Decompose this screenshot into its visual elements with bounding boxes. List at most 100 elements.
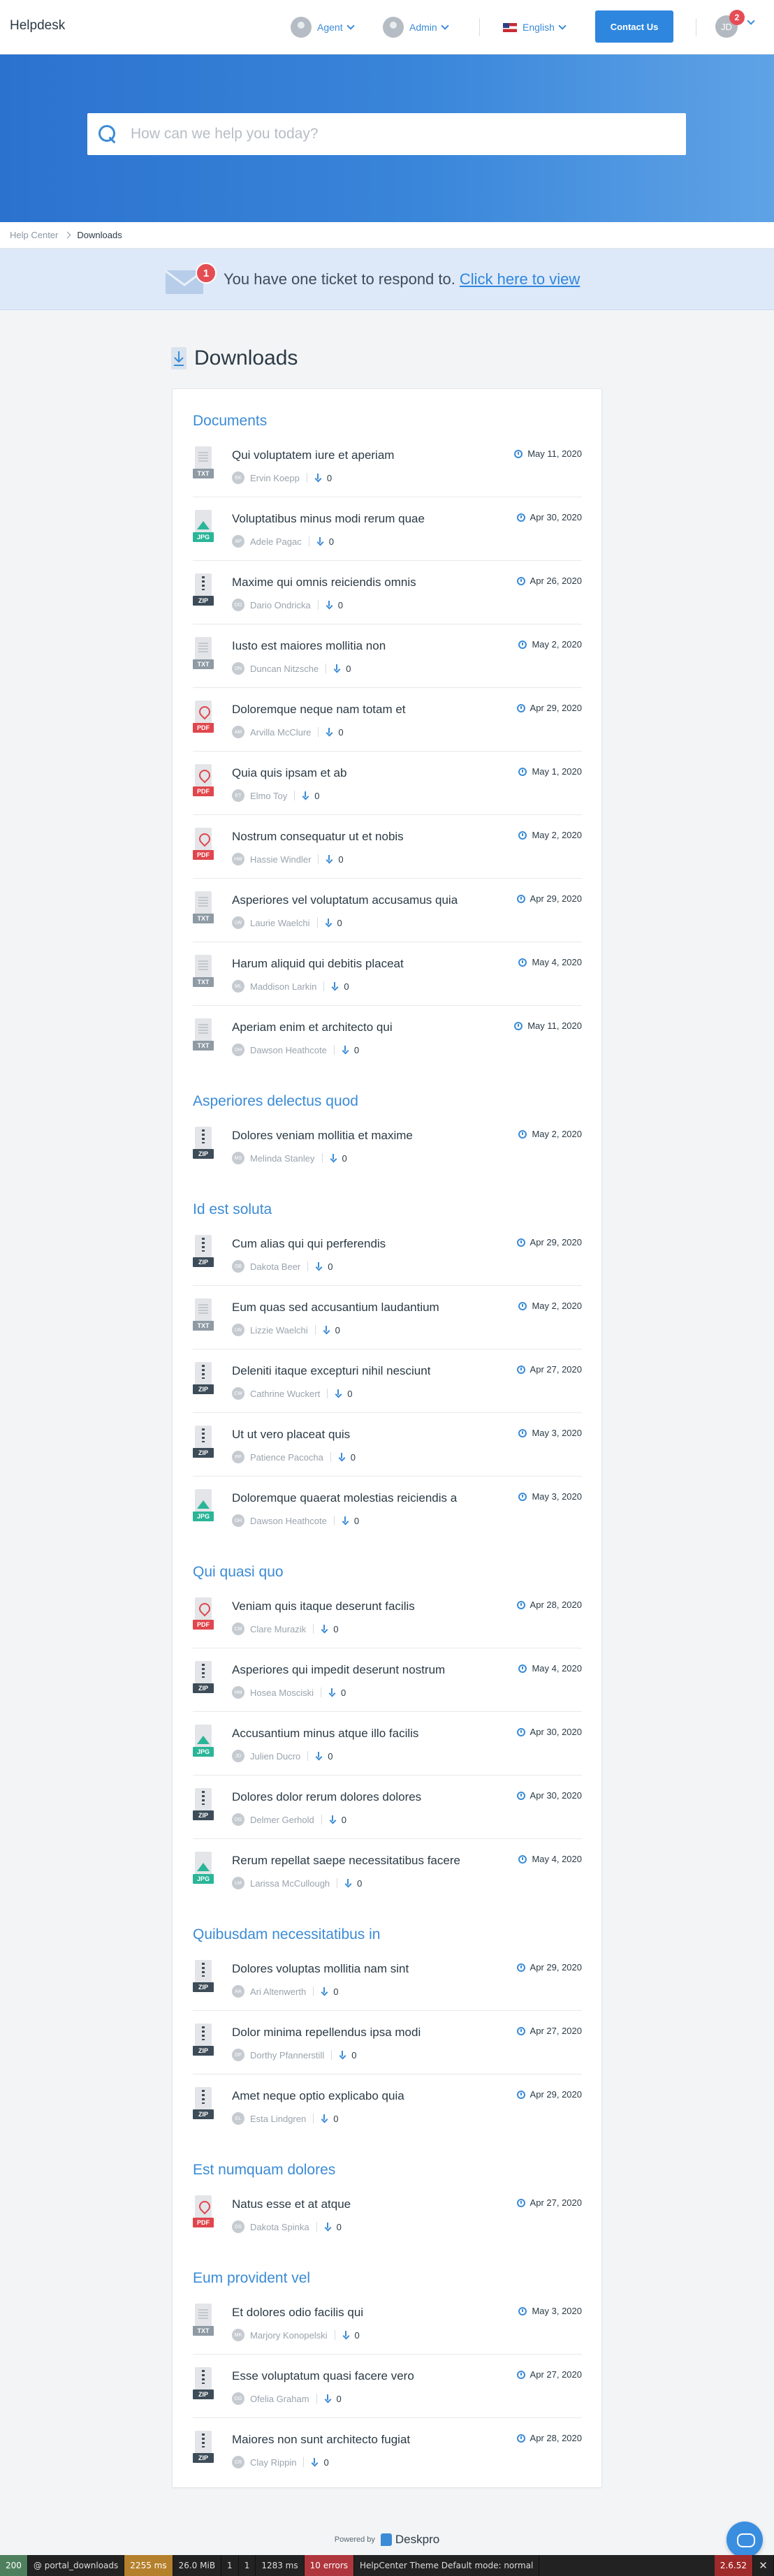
download-item[interactable]: TXT Asperiores vel voluptatum accusamus q… bbox=[193, 879, 582, 942]
error-count[interactable]: 10 errors bbox=[304, 2555, 355, 2576]
section-title[interactable]: Qui quasi quo bbox=[193, 1540, 582, 1585]
deskpro-logo[interactable]: Deskpro bbox=[380, 2533, 439, 2547]
author-avatar: MK bbox=[232, 2329, 244, 2341]
download-item[interactable]: ZIP Maiores non sunt architecto fugiat Apr… bbox=[193, 2418, 582, 2482]
zip-file-icon: ZIP bbox=[193, 573, 214, 606]
download-item[interactable]: PDF Veniam quis itaque deserunt facilis Ap… bbox=[193, 1585, 582, 1648]
admin-menu[interactable]: Admin bbox=[383, 15, 449, 39]
download-title[interactable]: Qui voluptatem iure et aperiam bbox=[232, 448, 394, 462]
download-title[interactable]: Rerum repellat saepe necessitatibus face… bbox=[232, 1854, 460, 1868]
user-count[interactable]: 1 bbox=[239, 2555, 256, 2576]
status-code[interactable]: 200 bbox=[0, 2555, 28, 2576]
file-type-label: ZIP bbox=[193, 2109, 214, 2119]
download-title[interactable]: Asperiores vel voluptatum accusamus quia bbox=[232, 893, 458, 907]
close-icon[interactable]: ✕ bbox=[753, 2555, 774, 2576]
download-item[interactable]: ZIP Asperiores qui impedit deserunt nostr… bbox=[193, 1648, 582, 1712]
download-item[interactable]: ZIP Dolores dolor rerum dolores dolores Ap… bbox=[193, 1776, 582, 1839]
brand-title[interactable]: Helpdesk bbox=[10, 18, 65, 34]
section-title[interactable]: Documents bbox=[193, 389, 582, 434]
download-item[interactable]: JPG Doloremque quaerat molestias reiciend… bbox=[193, 1477, 582, 1540]
download-count-icon bbox=[324, 2223, 331, 2231]
download-title[interactable]: Amet neque optio explicabo quia bbox=[232, 2089, 404, 2103]
view-ticket-link[interactable]: Click here to view bbox=[460, 270, 580, 288]
section-title[interactable]: Est numquam dolores bbox=[193, 2138, 582, 2183]
download-title[interactable]: Cum alias qui qui perferendis bbox=[232, 1237, 386, 1251]
download-title[interactable]: Doloremque quaerat molestias reiciendis … bbox=[232, 1491, 457, 1505]
download-title[interactable]: Accusantium minus atque illo facilis bbox=[232, 1727, 418, 1741]
download-item[interactable]: ZIP Dolores veniam mollitia et maxime May … bbox=[193, 1114, 582, 1178]
download-title[interactable]: Dolores voluptas mollitia nam sint bbox=[232, 1962, 409, 1976]
download-item[interactable]: ZIP Ut ut vero placeat quis May 3, 2020 PP P… bbox=[193, 1413, 582, 1477]
db-time[interactable]: 1283 ms bbox=[256, 2555, 305, 2576]
download-item[interactable]: ZIP Dolores voluptas mollitia nam sint Apr… bbox=[193, 1947, 582, 2011]
download-item[interactable]: JPG Rerum repellat saepe necessitatibus f… bbox=[193, 1839, 582, 1903]
section-title[interactable]: Id est soluta bbox=[193, 1178, 582, 1222]
download-title[interactable]: Asperiores qui impedit deserunt nostrum bbox=[232, 1663, 445, 1677]
download-title[interactable]: Veniam quis itaque deserunt facilis bbox=[232, 1600, 415, 1613]
download-title[interactable]: Esse voluptatum quasi facere vero bbox=[232, 2369, 414, 2383]
download-item[interactable]: JPG Voluptatibus minus modi rerum quae Apr… bbox=[193, 497, 582, 561]
request-time[interactable]: 2255 ms bbox=[124, 2555, 173, 2576]
contact-us-button[interactable]: Contact Us bbox=[595, 10, 673, 43]
download-item[interactable]: PDF Quia quis ipsam et ab May 1, 2020 ET Elm… bbox=[193, 752, 582, 815]
agent-menu[interactable]: Agent bbox=[291, 15, 355, 39]
download-title[interactable]: Harum aliquid qui debitis placeat bbox=[232, 957, 404, 971]
search-input[interactable] bbox=[131, 113, 686, 155]
download-title[interactable]: Dolor minima repellendus ipsa modi bbox=[232, 2026, 421, 2040]
chevron-down-icon[interactable] bbox=[747, 17, 755, 25]
download-title[interactable]: Dolores dolor rerum dolores dolores bbox=[232, 1790, 421, 1804]
search-icon[interactable] bbox=[97, 124, 118, 145]
download-title[interactable]: Aperiam enim et architecto qui bbox=[232, 1020, 393, 1034]
download-date: May 4, 2020 bbox=[518, 1663, 582, 1674]
divider bbox=[314, 1325, 316, 1335]
download-item[interactable]: TXT Aperiam enim et architecto qui May 11,… bbox=[193, 1006, 582, 1069]
download-item[interactable]: ZIP Dolor minima repellendus ipsa modi Apr… bbox=[193, 2011, 582, 2074]
forms-count[interactable]: 1 bbox=[221, 2555, 239, 2576]
download-title[interactable]: Dolores veniam mollitia et maxime bbox=[232, 1129, 413, 1143]
route-name[interactable]: @ portal_downloads bbox=[28, 2555, 125, 2576]
language-selector[interactable]: English bbox=[503, 15, 567, 39]
download-title[interactable]: Iusto est maiores mollitia non bbox=[232, 639, 386, 653]
section-title[interactable]: Quibusdam necessitatibus in bbox=[193, 1903, 582, 1947]
download-title[interactable]: Quia quis ipsam et ab bbox=[232, 766, 346, 780]
download-item[interactable]: PDF Natus esse et at atque Apr 27, 2020 DS D… bbox=[193, 2183, 582, 2246]
download-title[interactable]: Maxime qui omnis reiciendis omnis bbox=[232, 576, 416, 590]
version-label[interactable]: 2.6.52 bbox=[714, 2555, 753, 2576]
download-title[interactable]: Et dolores odio facilis qui bbox=[232, 2306, 363, 2320]
download-title[interactable]: Maiores non sunt architecto fugiat bbox=[232, 2433, 410, 2447]
download-item[interactable]: PDF Doloremque neque nam totam et Apr 29, … bbox=[193, 688, 582, 752]
section-title[interactable]: Asperiores delectus quod bbox=[193, 1069, 582, 1114]
download-title[interactable]: Eum quas sed accusantium laudantium bbox=[232, 1301, 439, 1315]
download-title[interactable]: Natus esse et at atque bbox=[232, 2197, 351, 2211]
download-title[interactable]: Doloremque neque nam totam et bbox=[232, 703, 406, 717]
download-item[interactable]: PDF Nostrum consequatur ut et nobis May 2,… bbox=[193, 815, 582, 879]
download-item[interactable]: ZIP Maxime qui omnis reiciendis omnis Apr … bbox=[193, 561, 582, 624]
download-count-icon bbox=[321, 2114, 328, 2123]
download-item[interactable]: TXT Et dolores odio facilis qui May 3, 202… bbox=[193, 2291, 582, 2355]
download-item[interactable]: ZIP Deleniti itaque excepturi nihil nesci… bbox=[193, 1349, 582, 1413]
search-box[interactable] bbox=[87, 113, 686, 155]
chat-bubble-button[interactable] bbox=[726, 2522, 763, 2558]
download-title[interactable]: Ut ut vero placeat quis bbox=[232, 1428, 350, 1442]
breadcrumb-home-link[interactable]: Help Center bbox=[10, 230, 58, 240]
download-item[interactable]: TXT Eum quas sed accusantium laudantium Ma… bbox=[193, 1286, 582, 1349]
download-item[interactable]: ZIP Cum alias qui qui perferendis Apr 29, … bbox=[193, 1222, 582, 1286]
download-item[interactable]: JPG Accusantium minus atque illo facilis A… bbox=[193, 1712, 582, 1776]
download-title[interactable]: Voluptatibus minus modi rerum quae bbox=[232, 512, 425, 526]
download-item[interactable]: ZIP Amet neque optio explicabo quia Apr 29… bbox=[193, 2074, 582, 2138]
download-item[interactable]: TXT Qui voluptatem iure et aperiam May 11,… bbox=[193, 434, 582, 497]
download-title[interactable]: Nostrum consequatur ut et nobis bbox=[232, 830, 404, 844]
download-title[interactable]: Deleniti itaque excepturi nihil nesciunt bbox=[232, 1364, 430, 1378]
download-section: Asperiores delectus quod ZIP Dolores venia… bbox=[173, 1069, 601, 1178]
download-count: 0 bbox=[346, 663, 351, 674]
download-meta: DO Dario Ondricka 0 bbox=[232, 599, 343, 611]
memory-usage[interactable]: 26.0 MiB bbox=[173, 2555, 222, 2576]
theme-info[interactable]: HelpCenter Theme Default mode: normal bbox=[354, 2555, 540, 2576]
download-item[interactable]: TXT Iusto est maiores mollitia non May 2, … bbox=[193, 624, 582, 688]
divider bbox=[321, 1815, 322, 1824]
divider bbox=[317, 600, 319, 610]
download-item[interactable]: TXT Harum aliquid qui debitis placeat May … bbox=[193, 942, 582, 1006]
download-item[interactable]: ZIP Esse voluptatum quasi facere vero Apr … bbox=[193, 2355, 582, 2418]
section-title[interactable]: Eum provident vel bbox=[193, 2246, 582, 2291]
download-date: Apr 27, 2020 bbox=[516, 2197, 582, 2208]
